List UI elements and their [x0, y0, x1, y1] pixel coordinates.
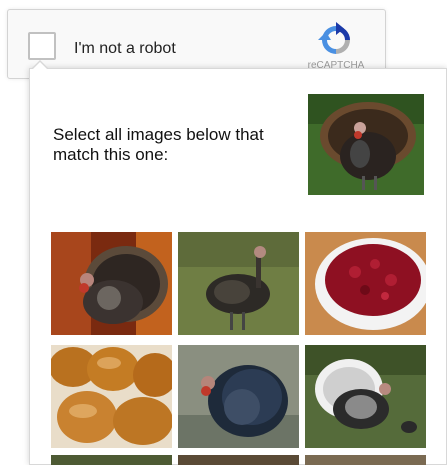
- image-tile-3[interactable]: [305, 232, 426, 335]
- image-tile-4[interactable]: [51, 345, 172, 448]
- image-tile-7[interactable]: [51, 455, 172, 465]
- image-tile-8[interactable]: [178, 455, 299, 465]
- sample-image-turkey: [308, 94, 424, 195]
- not-robot-checkbox[interactable]: [28, 32, 56, 60]
- challenge-prompt: Select all images below that match this …: [53, 125, 264, 164]
- image-tile-9[interactable]: [305, 455, 426, 465]
- image-tile-2[interactable]: [178, 232, 299, 335]
- image-tile-5[interactable]: [178, 345, 299, 448]
- recaptcha-logo: reCAPTCHA: [298, 22, 374, 72]
- image-tile-1[interactable]: [51, 232, 172, 335]
- image-tile-6[interactable]: [305, 345, 426, 448]
- checkbox-label: I'm not a robot: [74, 40, 176, 57]
- popup-arrow-inner: [32, 62, 48, 70]
- recaptcha-logo-icon: [318, 22, 350, 54]
